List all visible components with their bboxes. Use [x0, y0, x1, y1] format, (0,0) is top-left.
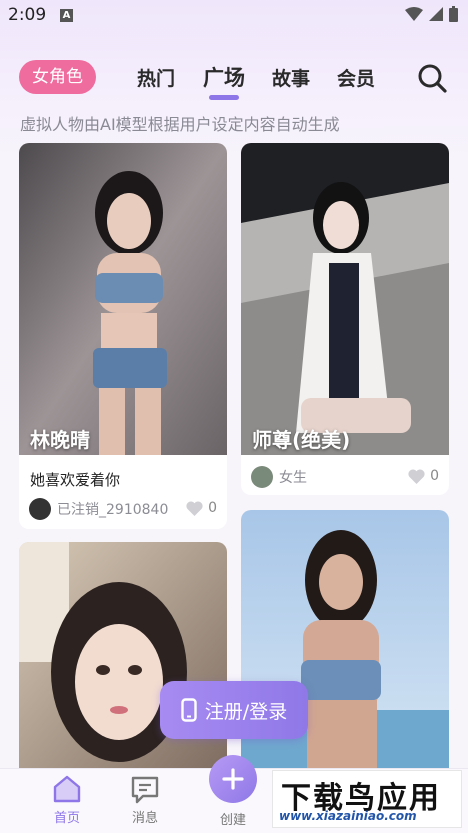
home-icon [53, 775, 81, 803]
role-filter-pill[interactable]: 女角色 [19, 60, 96, 94]
character-card[interactable]: 林晚晴 她喜欢爱着你 已注销_2910840 0 [19, 143, 227, 529]
nav-home-label: 首页 [53, 811, 80, 826]
signal-icon [429, 7, 443, 21]
status-time: 2:09 [8, 5, 47, 25]
character-image [241, 510, 449, 782]
author-info: 女生 [251, 466, 307, 488]
like-count: 0 [430, 468, 439, 484]
tab-square[interactable]: 广场 [203, 62, 245, 92]
battery-icon [449, 6, 458, 22]
register-login-label: 注册/登录 [204, 700, 288, 723]
character-image [19, 143, 227, 455]
nav-messages-label: 消息 [131, 811, 158, 826]
character-name: 林晚晴 [30, 428, 90, 452]
top-nav: 女角色 热门 广场 故事 会员 [0, 56, 468, 100]
status-icons [405, 6, 458, 22]
notification-icon: A [60, 9, 73, 22]
watermark: 下载鸟应用 www.xiazainiao.com [272, 770, 462, 828]
like-button[interactable]: 0 [408, 468, 439, 484]
watermark-url: www.xiazainiao.com [279, 809, 417, 823]
character-image [241, 143, 449, 455]
wifi-icon [405, 7, 423, 21]
character-card[interactable] [19, 542, 227, 782]
character-card[interactable]: 师尊(绝美) 女生 0 [241, 143, 449, 495]
heart-icon [408, 468, 425, 484]
nav-messages[interactable]: 消息 [115, 773, 175, 826]
ai-disclaimer: 虚拟人物由AI模型根据用户设定内容自动生成 [20, 115, 340, 134]
like-button[interactable]: 0 [186, 500, 217, 516]
heart-icon [186, 500, 203, 516]
tab-hot[interactable]: 热门 [137, 64, 175, 91]
tab-story[interactable]: 故事 [272, 64, 310, 91]
register-login-button[interactable]: 注册/登录 [160, 681, 308, 739]
search-icon[interactable] [416, 62, 448, 94]
like-count: 0 [208, 500, 217, 516]
nav-home[interactable]: 首页 [37, 773, 97, 826]
status-bar: 2:09 A [0, 0, 468, 32]
author-avatar [29, 498, 51, 520]
plus-icon [222, 768, 244, 790]
active-tab-indicator [209, 95, 239, 100]
nav-create-label: 创建 [219, 813, 246, 828]
character-image [19, 542, 227, 782]
nav-create[interactable]: 创建 [203, 809, 263, 828]
author-name: 已注销_2910840 [57, 502, 169, 518]
phone-icon [181, 698, 197, 722]
character-card[interactable] [241, 510, 449, 782]
author-info: 已注销_2910840 [29, 498, 168, 520]
author-name: 女生 [279, 470, 307, 486]
character-name: 师尊(绝美) [252, 428, 351, 452]
message-icon [131, 776, 159, 804]
author-avatar [251, 466, 273, 488]
create-button[interactable] [209, 755, 257, 803]
character-description: 她喜欢爱着你 [30, 471, 121, 489]
tab-member[interactable]: 会员 [337, 64, 375, 91]
